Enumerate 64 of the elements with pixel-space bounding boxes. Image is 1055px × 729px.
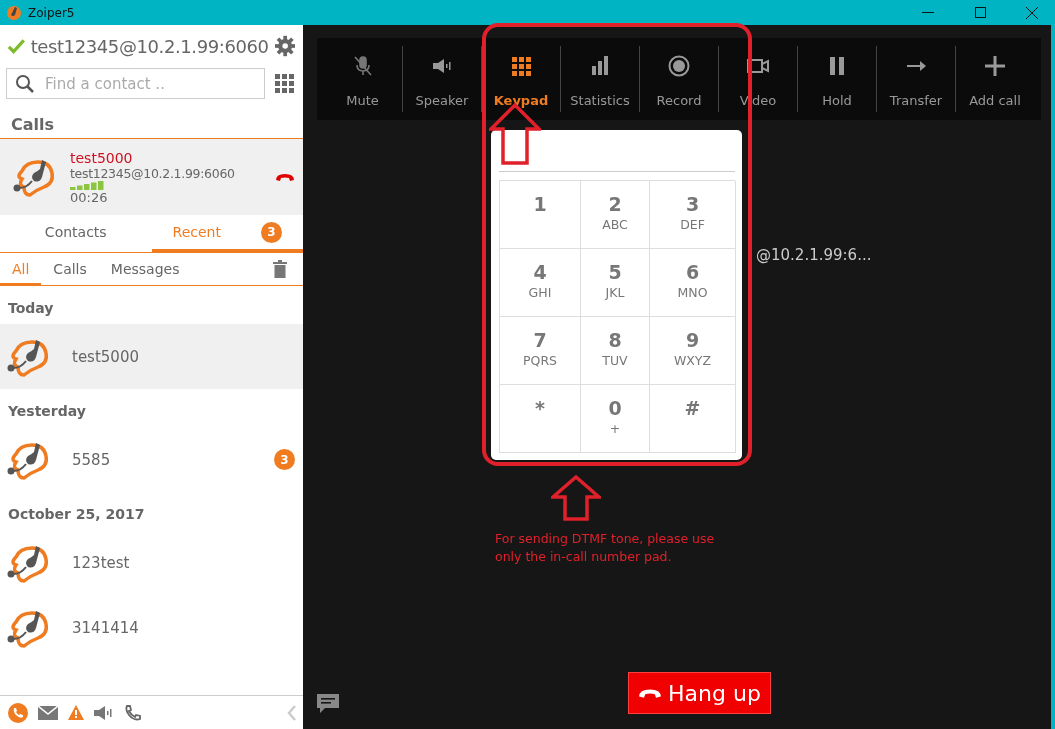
window-title: Zoiper5 <box>28 5 76 20</box>
app-logo-icon <box>6 4 22 21</box>
plus-icon <box>983 54 1007 78</box>
keypad-key[interactable]: 3 DEF <box>650 181 736 249</box>
keypad-key[interactable]: 2 ABC <box>581 181 650 249</box>
dialpad-icon[interactable] <box>275 73 295 94</box>
history-item[interactable]: 3141414 <box>0 595 303 660</box>
call-account: test12345@10.2.1.99:6060 <box>70 165 236 181</box>
keypad-key[interactable]: * <box>500 385 581 453</box>
history-item[interactable]: 123test <box>0 530 303 595</box>
trash-icon[interactable] <box>273 260 287 278</box>
keypad-key[interactable]: 8 TUV <box>581 317 650 385</box>
caller-name: test5000 <box>70 149 134 166</box>
active-call-item[interactable]: test5000 test12345@10.2.1.99:6060 00:26 <box>0 139 303 215</box>
maximize-icon[interactable] <box>974 7 986 18</box>
toolbar-button[interactable]: Mute <box>323 46 402 112</box>
keypad-key[interactable]: 6 MNO <box>650 249 736 317</box>
toolbar-button[interactable]: Record <box>639 46 718 112</box>
date-heading: Today <box>7 299 55 318</box>
search-icon <box>15 73 35 94</box>
history-item[interactable]: test5000 <box>0 324 303 389</box>
toolbar-button[interactable]: Transfer <box>876 46 955 112</box>
speaker-icon[interactable] <box>94 705 114 720</box>
account-name: test12345@10.2.1.99:6060 <box>30 35 269 57</box>
warning-icon[interactable] <box>68 705 84 720</box>
count-badge: 3 <box>274 449 295 470</box>
keypad-key[interactable]: 0 + <box>581 385 650 453</box>
settings-icon[interactable] <box>274 35 295 57</box>
hang-up-icon <box>275 172 295 182</box>
phone-settings-icon[interactable] <box>124 703 142 722</box>
annotation-arrow <box>551 475 601 521</box>
keypad-key[interactable]: 9 WXYZ <box>650 317 736 385</box>
hang-up-button[interactable]: Hang up <box>628 672 771 714</box>
keypad-icon <box>509 54 533 78</box>
count-badge: 3 <box>260 221 282 243</box>
call-address: @10.2.1.99:6... <box>756 246 872 264</box>
search-box[interactable]: Find a contact .. <box>6 68 265 99</box>
history-item[interactable]: 5585 3 <box>0 427 303 492</box>
annotation-text: For sending DTMF tone, please use only the in-call number pad. <box>495 530 716 566</box>
filter-tab[interactable]: All <box>0 252 42 286</box>
keypad-key[interactable]: 4 GHI <box>500 249 581 317</box>
hang-up-icon <box>638 687 663 699</box>
envelope-icon[interactable] <box>38 705 58 720</box>
call-duration: 00:26 <box>70 189 109 205</box>
chat-icon[interactable] <box>317 694 339 714</box>
keypad-key[interactable]: 1 <box>500 181 581 249</box>
toolbar-button[interactable]: Speaker <box>402 46 481 112</box>
toolbar-button[interactable]: Add call <box>955 46 1034 112</box>
signal-bars-icon <box>70 180 104 190</box>
filter-tab[interactable]: Calls <box>41 252 99 286</box>
toolbar-button[interactable]: Statistics <box>560 46 639 112</box>
minimize-icon[interactable] <box>922 11 934 14</box>
toolbar-button[interactable]: Hold <box>797 46 876 112</box>
keypad-key[interactable]: 7 PQRS <box>500 317 581 385</box>
date-heading: October 25, 2017 <box>7 505 146 524</box>
filter-tab[interactable]: Messages <box>98 252 192 286</box>
keypad-key[interactable]: 5 JKL <box>581 249 650 317</box>
date-heading: Yesterday <box>7 402 87 421</box>
toolbar-button[interactable]: Keypad <box>481 46 560 112</box>
tab[interactable]: Contacts <box>0 215 152 252</box>
phone-icon[interactable] <box>8 702 28 723</box>
close-icon[interactable] <box>1026 6 1038 19</box>
keypad-key[interactable]: # <box>650 385 736 453</box>
record-icon <box>667 54 691 78</box>
